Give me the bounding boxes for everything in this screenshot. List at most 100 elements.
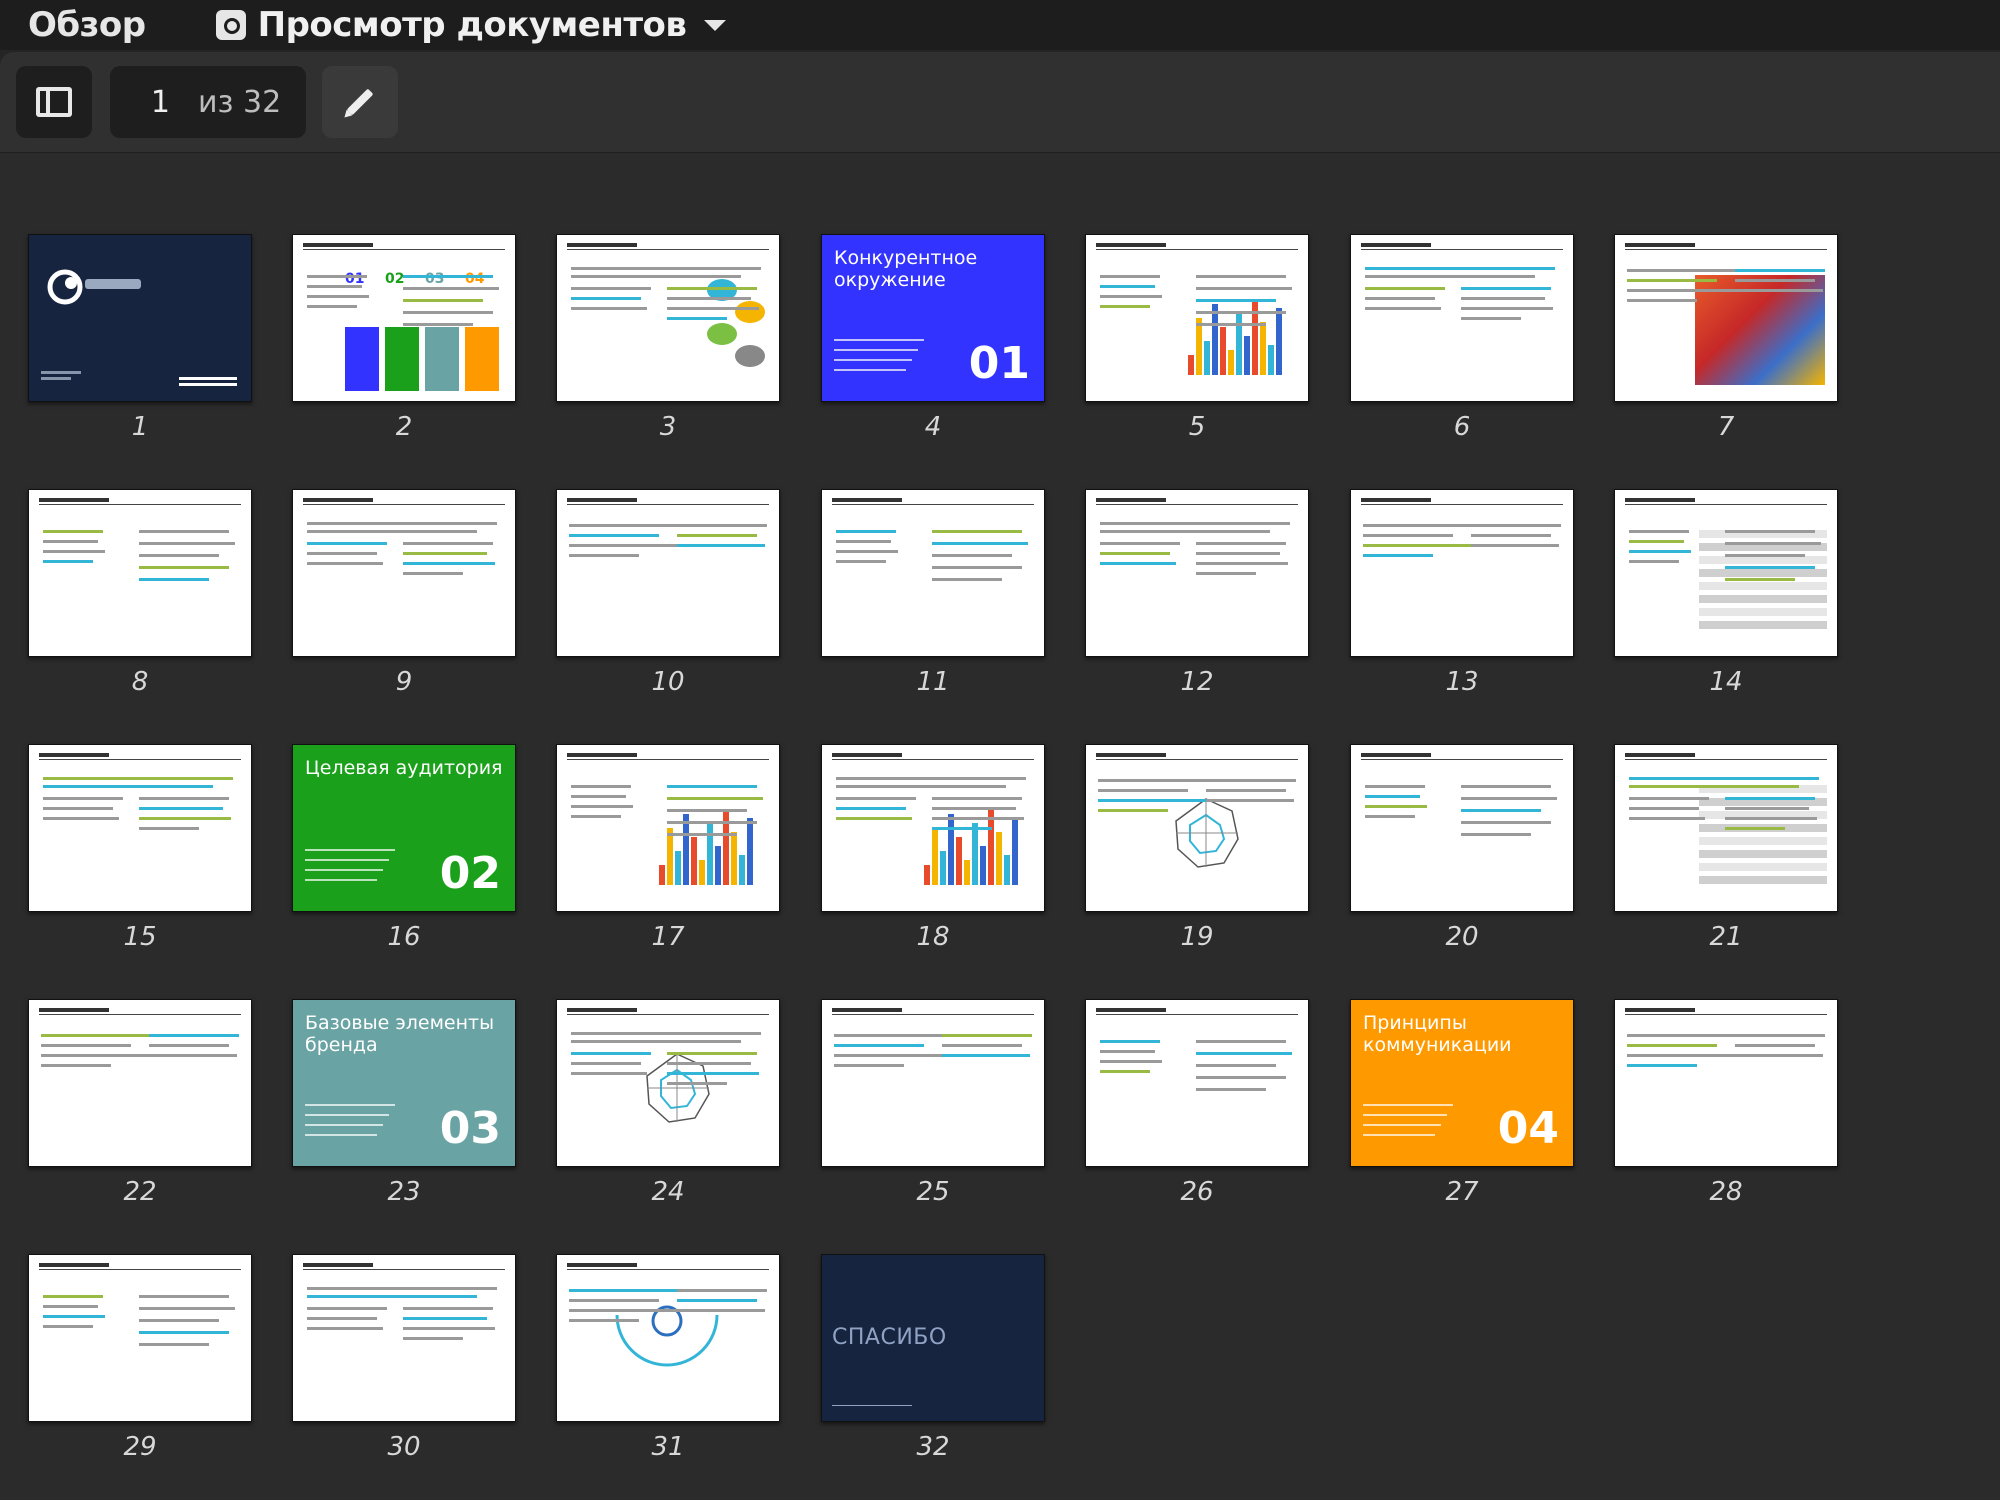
page-thumbnail-23[interactable]: Базовые элементы бренда 03 23 [292,999,516,1209]
chart-bar [1220,327,1226,375]
page-preview[interactable]: Базовые элементы бренда 03 [292,999,516,1167]
page-thumbnail-28[interactable]: 28 [1614,999,1838,1209]
page-preview[interactable] [1350,744,1574,912]
page-thumbnail-14[interactable]: 14 [1614,489,1838,699]
slide-title-line [1625,753,1695,757]
text-line [677,534,757,537]
page-preview[interactable]: 01 02 03 04 [292,234,516,402]
text-line [1196,572,1256,575]
text-line [139,578,209,581]
current-page-input[interactable]: 1 [110,85,170,120]
text-line [569,1319,639,1322]
page-thumbnail-11[interactable]: 11 [821,489,1045,699]
app-menu[interactable]: Просмотр документов [215,5,727,45]
text-line [932,566,1022,569]
text-line [1629,560,1679,563]
page-thumbnail-29[interactable]: 29 [28,1254,252,1464]
contents-number: 04 [465,271,485,287]
table-row-preview [1699,876,1827,884]
text-line [1100,295,1162,298]
text-line [667,797,763,800]
text-line [1471,544,1559,547]
page-preview[interactable] [1085,234,1309,402]
chart-bar [1196,318,1202,375]
page-thumbnail-25[interactable]: 25 [821,999,1045,1209]
page-preview[interactable] [556,489,780,657]
page-thumbnail-3[interactable]: 3 [556,234,780,444]
page-thumbnail-13[interactable]: 13 [1350,489,1574,699]
page-thumbnail-8[interactable]: 8 [28,489,252,699]
page-thumbnail-24[interactable]: 24 [556,999,780,1209]
page-number-label: 5 [1188,412,1206,442]
text-line [571,805,633,808]
sidebar-toggle-button[interactable] [16,66,92,138]
annotate-button[interactable] [322,66,398,138]
page-preview[interactable] [28,234,252,402]
page-thumbnail-30[interactable]: 30 [292,1254,516,1464]
page-thumbnail-12[interactable]: 12 [1085,489,1309,699]
page-preview[interactable] [1085,744,1309,912]
page-preview[interactable] [292,1254,516,1422]
page-thumbnail-27[interactable]: Принципы коммуникации 04 27 [1350,999,1574,1209]
page-preview[interactable] [821,744,1045,912]
page-thumbnail-19[interactable]: 19 [1085,744,1309,954]
overview-button[interactable]: Обзор [28,5,146,45]
page-thumbnail-5[interactable]: 5 [1085,234,1309,444]
page-thumbnail-6[interactable]: 6 [1350,234,1574,444]
text-line [139,1319,219,1322]
page-thumbnail-20[interactable]: 20 [1350,744,1574,954]
page-preview[interactable] [556,744,780,912]
text-line [1735,289,1823,292]
page-preview[interactable] [556,1254,780,1422]
text-line [571,1032,761,1035]
page-thumbnail-26[interactable]: 26 [1085,999,1309,1209]
page-preview[interactable]: Принципы коммуникации 04 [1350,999,1574,1167]
slide-title-line [1625,243,1695,247]
page-preview[interactable] [292,489,516,657]
text-line [1363,544,1473,547]
page-thumbnail-16[interactable]: Целевая аудитория 02 16 [292,744,516,954]
page-preview[interactable] [1350,489,1574,657]
page-thumbnail-32[interactable]: СПАСИБО 32 [821,1254,1045,1464]
page-preview[interactable] [1614,999,1838,1167]
page-thumbnail-17[interactable]: 17 [556,744,780,954]
page-preview[interactable] [28,1254,252,1422]
title-rule [303,504,505,505]
page-preview[interactable] [821,489,1045,657]
page-thumbnail-21[interactable]: 21 [1614,744,1838,954]
page-preview[interactable] [28,489,252,657]
page-preview[interactable] [1350,234,1574,402]
page-thumbnail-7[interactable]: 7 [1614,234,1838,444]
page-thumbnail-18[interactable]: 18 [821,744,1045,954]
page-thumbnail-31[interactable]: 31 [556,1254,780,1464]
page-preview[interactable] [1085,489,1309,657]
title-rule [1361,504,1563,505]
page-thumbnail-22[interactable]: 22 [28,999,252,1209]
page-preview[interactable]: Конкурентное окружение 01 [821,234,1045,402]
page-number-label: 27 [1445,1177,1479,1207]
page-preview[interactable] [28,744,252,912]
page-preview[interactable] [1614,489,1838,657]
page-preview[interactable] [1085,999,1309,1167]
text-line [1365,805,1427,808]
text-line [403,287,499,290]
page-preview[interactable] [556,999,780,1167]
text-line [667,1052,757,1055]
page-preview[interactable] [1614,234,1838,402]
page-preview[interactable]: СПАСИБО [821,1254,1045,1422]
page-preview[interactable] [28,999,252,1167]
text-line [1629,777,1819,780]
page-preview[interactable] [821,999,1045,1167]
page-thumbnail-10[interactable]: 10 [556,489,780,699]
text-line [1725,578,1795,581]
page-thumbnail-1[interactable]: 1 [28,234,252,444]
page-thumbnail-2[interactable]: 01 02 03 04 2 [292,234,516,444]
page-thumbnail-9[interactable]: 9 [292,489,516,699]
page-thumbnail-15[interactable]: 15 [28,744,252,954]
page-preview[interactable] [556,234,780,402]
pencil-icon [346,88,374,116]
page-thumbnail-4[interactable]: Конкурентное окружение 01 4 [821,234,1045,444]
page-number-label: 12 [1180,667,1214,697]
page-preview[interactable]: Целевая аудитория 02 [292,744,516,912]
page-preview[interactable] [1614,744,1838,912]
